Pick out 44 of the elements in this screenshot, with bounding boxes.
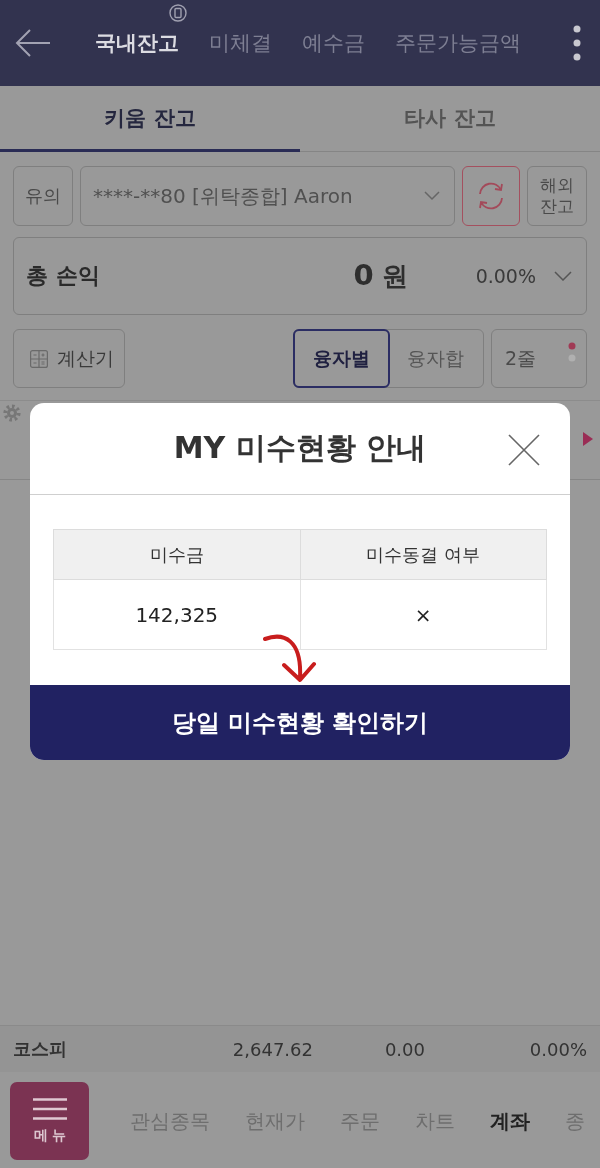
- curved-arrow-icon: [262, 632, 318, 684]
- loan-view-option[interactable]: 융자합: [387, 329, 484, 388]
- back-arrow-icon: [15, 28, 51, 58]
- account-select[interactable]: ****-**80 [위탁종합] Aaron: [80, 166, 455, 226]
- chevron-down-icon[interactable]: [554, 271, 572, 281]
- balance-tab[interactable]: 키움 잔고: [0, 86, 300, 152]
- index-value: 2,647.62: [231, 1038, 313, 1060]
- notice-button[interactable]: 유의: [13, 166, 73, 226]
- more-button[interactable]: [573, 25, 581, 61]
- calculator-button[interactable]: 계산기: [13, 329, 125, 388]
- index-rate: 0.00%: [528, 1038, 587, 1060]
- header-tab[interactable]: 주문가능금액: [395, 29, 521, 57]
- header-tab[interactable]: 예수금: [302, 29, 365, 57]
- table-cell: 142,325: [53, 579, 300, 650]
- profit-rate: 0.00%: [475, 265, 536, 287]
- balance-tab[interactable]: 타사 잔고: [300, 86, 600, 152]
- close-icon: [508, 434, 540, 466]
- overseas-balance-button[interactable]: 해외잔고: [527, 166, 587, 226]
- nav-item[interactable]: 계좌: [490, 1107, 530, 1135]
- calculator-icon: [30, 349, 48, 368]
- chevron-down-icon: [424, 191, 440, 201]
- index-change: 0.00: [383, 1038, 425, 1060]
- index-name: 코스피: [13, 1037, 68, 1061]
- settings-icon[interactable]: [3, 404, 21, 422]
- header-tab[interactable]: 국내잔고: [95, 29, 179, 57]
- dialog-title: MY 미수현황 안내: [173, 429, 427, 467]
- menu-button[interactable]: 메뉴: [10, 1082, 89, 1160]
- column-header: 미수동결 여부: [300, 529, 547, 580]
- table-cell: ×: [300, 579, 547, 650]
- confirm-button[interactable]: 당일 미수현황 확인하기: [30, 685, 570, 760]
- profit-amount: 0 원: [353, 258, 408, 294]
- back-button[interactable]: [15, 28, 51, 58]
- menu-icon: [32, 1097, 67, 1120]
- close-button[interactable]: [508, 434, 540, 466]
- column-header: 미수금: [53, 529, 300, 580]
- header-tab[interactable]: 미체결: [209, 29, 272, 57]
- profit-label: 총 손익: [26, 262, 101, 290]
- more-icon: [573, 25, 581, 61]
- loan-view-option[interactable]: 융자별: [293, 329, 390, 388]
- refresh-button[interactable]: [462, 166, 520, 226]
- dots-icon: [568, 341, 576, 362]
- rows-button[interactable]: 2줄: [491, 329, 587, 388]
- triangle-icon[interactable]: [583, 432, 593, 446]
- mobile-icon: [169, 4, 187, 22]
